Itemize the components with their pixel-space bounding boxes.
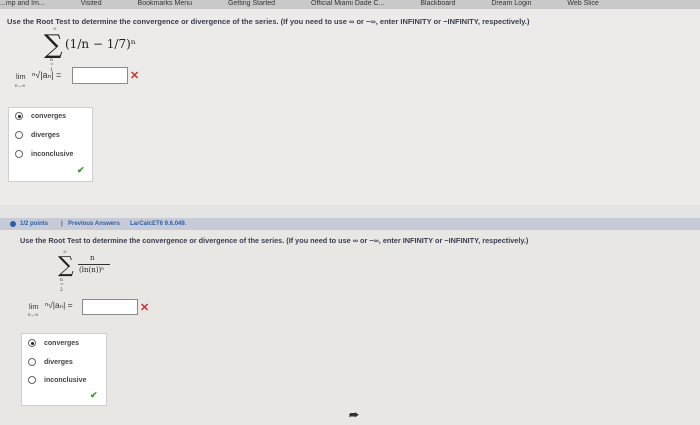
points-label: 1/2 points bbox=[20, 221, 49, 227]
choice-label-diverges: diverges bbox=[44, 359, 73, 366]
sigma-icon: ∑ bbox=[44, 30, 63, 60]
bookmark-item[interactable]: Dream Login bbox=[491, 0, 531, 7]
mouse-cursor-icon: ⮫ bbox=[349, 410, 360, 422]
choice-label-inconclusive: inconclusive bbox=[31, 151, 74, 158]
answer-2-input[interactable] bbox=[82, 299, 138, 315]
bookmark-item[interactable]: Blackboard bbox=[420, 0, 455, 7]
correct-check-icon: ✔ bbox=[77, 165, 85, 175]
bookmark-item[interactable]: Official Miami Dade C... bbox=[311, 0, 384, 7]
question-2-header: 1/2 points | Previous Answers LarCalcET6… bbox=[0, 218, 700, 230]
choice-label-diverges: diverges bbox=[31, 132, 60, 139]
series-2-denominator: (ln(n))ⁿ bbox=[79, 266, 105, 274]
problem-code: LarCalcET6 9.6.049. bbox=[130, 221, 187, 227]
incorrect-icon: ✕ bbox=[130, 70, 140, 82]
lim-1-sub: n→∞ bbox=[15, 83, 26, 88]
radio-converges[interactable] bbox=[15, 112, 23, 120]
choices-2-group: converges diverges inconclusive ✔ bbox=[21, 333, 107, 406]
correct-check-icon: ✔ bbox=[90, 390, 98, 400]
lim-2-sub: n→∞ bbox=[28, 312, 39, 317]
radio-inconclusive[interactable] bbox=[15, 150, 23, 158]
radio-converges[interactable] bbox=[28, 339, 36, 347]
lim-1-label: lim bbox=[16, 72, 26, 81]
choice-label-converges: converges bbox=[44, 340, 80, 347]
bookmark-item[interactable]: Getting Started bbox=[228, 0, 275, 7]
series-1-term: (1/n − 1/7)ⁿ bbox=[65, 37, 136, 51]
previous-answers-link[interactable]: Previous Answers bbox=[68, 221, 120, 227]
header-separator: | bbox=[61, 221, 63, 227]
root-2-expression: ⁿ√|aₙ| = bbox=[45, 300, 73, 310]
choices-1-group: converges diverges inconclusive ✔ bbox=[8, 107, 93, 182]
bookmark-item[interactable]: Visited bbox=[81, 0, 102, 7]
series-2-numerator: n bbox=[90, 254, 95, 262]
radio-inconclusive[interactable] bbox=[28, 376, 36, 384]
sigma-icon: ∑ bbox=[58, 253, 74, 278]
bookmark-item[interactable]: Web Slice bbox=[567, 0, 598, 7]
fraction-bar bbox=[78, 264, 110, 265]
bookmark-item[interactable]: Bookmarks Menu bbox=[138, 0, 192, 7]
lim-2-label: lim bbox=[29, 302, 39, 311]
series-2-bottom: n = 2 bbox=[60, 278, 64, 293]
bookmarks-bar: ...mp and Im... Visited Bookmarks Menu G… bbox=[0, 0, 700, 9]
bookmark-item[interactable]: ...mp and Im... bbox=[0, 0, 45, 7]
question-1-instruction: Use the Root Test to determine the conve… bbox=[7, 17, 530, 26]
choice-label-converges: converges bbox=[31, 113, 67, 120]
choice-label-inconclusive: inconclusive bbox=[44, 377, 87, 384]
radio-diverges[interactable] bbox=[15, 131, 23, 139]
question-2-instruction: Use the Root Test to determine the conve… bbox=[20, 236, 529, 245]
root-1-expression: ⁿ√|aₙ| = bbox=[32, 70, 62, 80]
radio-diverges[interactable] bbox=[28, 358, 36, 366]
incorrect-icon: ✕ bbox=[140, 302, 150, 314]
question-status-icon bbox=[10, 221, 16, 227]
answer-1-input[interactable] bbox=[72, 67, 128, 84]
